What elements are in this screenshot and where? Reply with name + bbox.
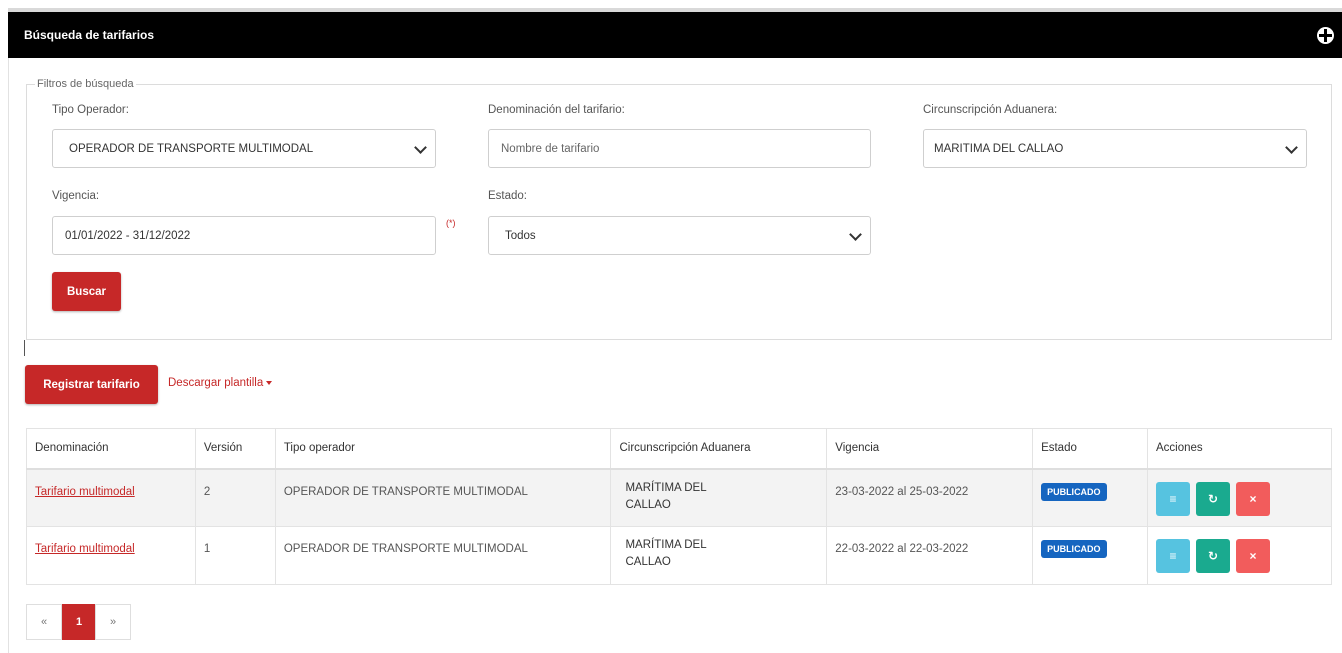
download-template-label: Descargar plantilla <box>168 377 264 389</box>
circ-line1: MARÍTIMA DEL <box>625 481 707 494</box>
list-icon[interactable]: ≡ <box>1156 539 1191 573</box>
pagination-page[interactable]: 1 <box>62 604 96 640</box>
column-header[interactable]: Vigencia <box>826 428 1034 470</box>
acciones-cell: ≡ ↻ × <box>1147 468 1332 527</box>
circunscripcion-cell: MARÍTIMA DEL CALLAO <box>610 468 828 527</box>
tarifario-link[interactable]: Tarifario multimodal <box>35 543 135 555</box>
search-button[interactable]: Buscar <box>52 272 121 311</box>
circunscripcion-label: Circunscripción Aduanera: <box>923 104 1058 116</box>
estado-cell: PUBLICADO <box>1032 526 1149 585</box>
column-header[interactable]: Denominación <box>26 428 196 470</box>
circunscripcion-value: MARITIMA DEL CALLAO <box>934 142 1064 155</box>
tipo-operador-value: OPERADOR DE TRANSPORTE MULTIMODAL <box>69 142 314 155</box>
list-icon[interactable]: ≡ <box>1156 481 1191 516</box>
chevron-down-icon <box>1285 141 1298 154</box>
tarifario-link[interactable]: Tarifario multimodal <box>35 486 135 498</box>
version-cell: 2 <box>194 468 276 527</box>
denominacion-placeholder: Nombre de tarifario <box>501 142 600 155</box>
tipo-operador-select[interactable]: OPERADOR DE TRANSPORTE MULTIMODAL <box>52 129 436 168</box>
circunscripcion-select[interactable]: MARITIMA DEL CALLAO <box>923 129 1307 168</box>
circ-line1: MARÍTIMA DEL <box>625 539 707 551</box>
caret-down-icon <box>266 380 273 385</box>
text-cursor <box>24 340 25 356</box>
filters-legend: Filtros de búsqueda <box>37 78 134 90</box>
denominacion-label: Denominación del tarifario: <box>488 104 625 116</box>
table-row: Tarifario multimodal 1 OPERADOR DE TRANS… <box>26 526 1332 585</box>
vigencia-value: 01/01/2022 - 31/12/2022 <box>65 229 191 242</box>
version-cell: 1 <box>194 526 276 585</box>
vigencia-cell: 22-03-2022 al 22-03-2022 <box>826 526 1034 585</box>
column-header[interactable]: Versión <box>194 428 276 470</box>
tipo-operador-label: Tipo Operador: <box>52 104 129 116</box>
circ-line2: CALLAO <box>625 556 671 568</box>
denominacion-cell: Tarifario multimodal <box>26 468 196 527</box>
column-header[interactable]: Tipo operador <box>274 428 612 470</box>
chevron-down-icon <box>414 141 427 154</box>
status-badge: PUBLICADO <box>1041 540 1107 558</box>
sync-icon[interactable]: ↻ <box>1196 539 1231 573</box>
vigencia-label: Vigencia: <box>52 190 100 202</box>
vigencia-input[interactable]: 01/01/2022 - 31/12/2022 <box>52 216 436 255</box>
denominacion-input[interactable]: Nombre de tarifario <box>488 129 871 168</box>
estado-cell: PUBLICADO <box>1032 468 1149 527</box>
estado-select[interactable]: Todos <box>488 216 871 255</box>
sync-icon[interactable]: ↻ <box>1196 481 1231 516</box>
denominacion-cell: Tarifario multimodal <box>26 526 196 585</box>
vigencia-cell: 23-03-2022 al 25-03-2022 <box>826 468 1034 527</box>
circ-line2: CALLAO <box>625 498 671 511</box>
pagination-prev[interactable]: « <box>26 604 62 640</box>
circunscripcion-cell: MARÍTIMA DEL CALLAO <box>610 526 828 585</box>
results-table: Denominación Versión Tipo operador Circu… <box>26 428 1332 585</box>
tipo-operador-cell: OPERADOR DE TRANSPORTE MULTIMODAL <box>274 468 612 527</box>
acciones-cell: ≡ ↻ × <box>1147 526 1332 585</box>
register-tarifario-button[interactable]: Registrar tarifario <box>25 365 158 404</box>
delete-icon[interactable]: × <box>1236 481 1271 516</box>
tipo-operador-cell: OPERADOR DE TRANSPORTE MULTIMODAL <box>274 526 612 585</box>
required-mark: (*) <box>446 218 456 228</box>
pagination: « 1 » <box>26 604 131 640</box>
estado-value: Todos <box>505 229 536 242</box>
pagination-next[interactable]: » <box>95 604 131 640</box>
column-header[interactable]: Circunscripción Aduanera <box>610 428 828 470</box>
table-row: Tarifario multimodal 2 OPERADOR DE TRANS… <box>26 468 1332 527</box>
delete-icon[interactable]: × <box>1236 539 1271 573</box>
panel-title: Búsqueda de tarifarios <box>24 28 155 42</box>
panel-header: Búsqueda de tarifarios <box>8 12 1342 58</box>
status-badge: PUBLICADO <box>1041 482 1107 501</box>
estado-label: Estado: <box>488 190 527 202</box>
table-header-row: Denominación Versión Tipo operador Circu… <box>26 428 1332 470</box>
chevron-down-icon <box>849 228 862 241</box>
column-header: Acciones <box>1147 428 1332 470</box>
column-header[interactable]: Estado <box>1032 428 1149 470</box>
globe-icon[interactable] <box>1317 26 1334 44</box>
download-template-link[interactable]: Descargar plantilla <box>168 377 273 389</box>
search-filters: Filtros de búsqueda <box>26 78 1332 340</box>
